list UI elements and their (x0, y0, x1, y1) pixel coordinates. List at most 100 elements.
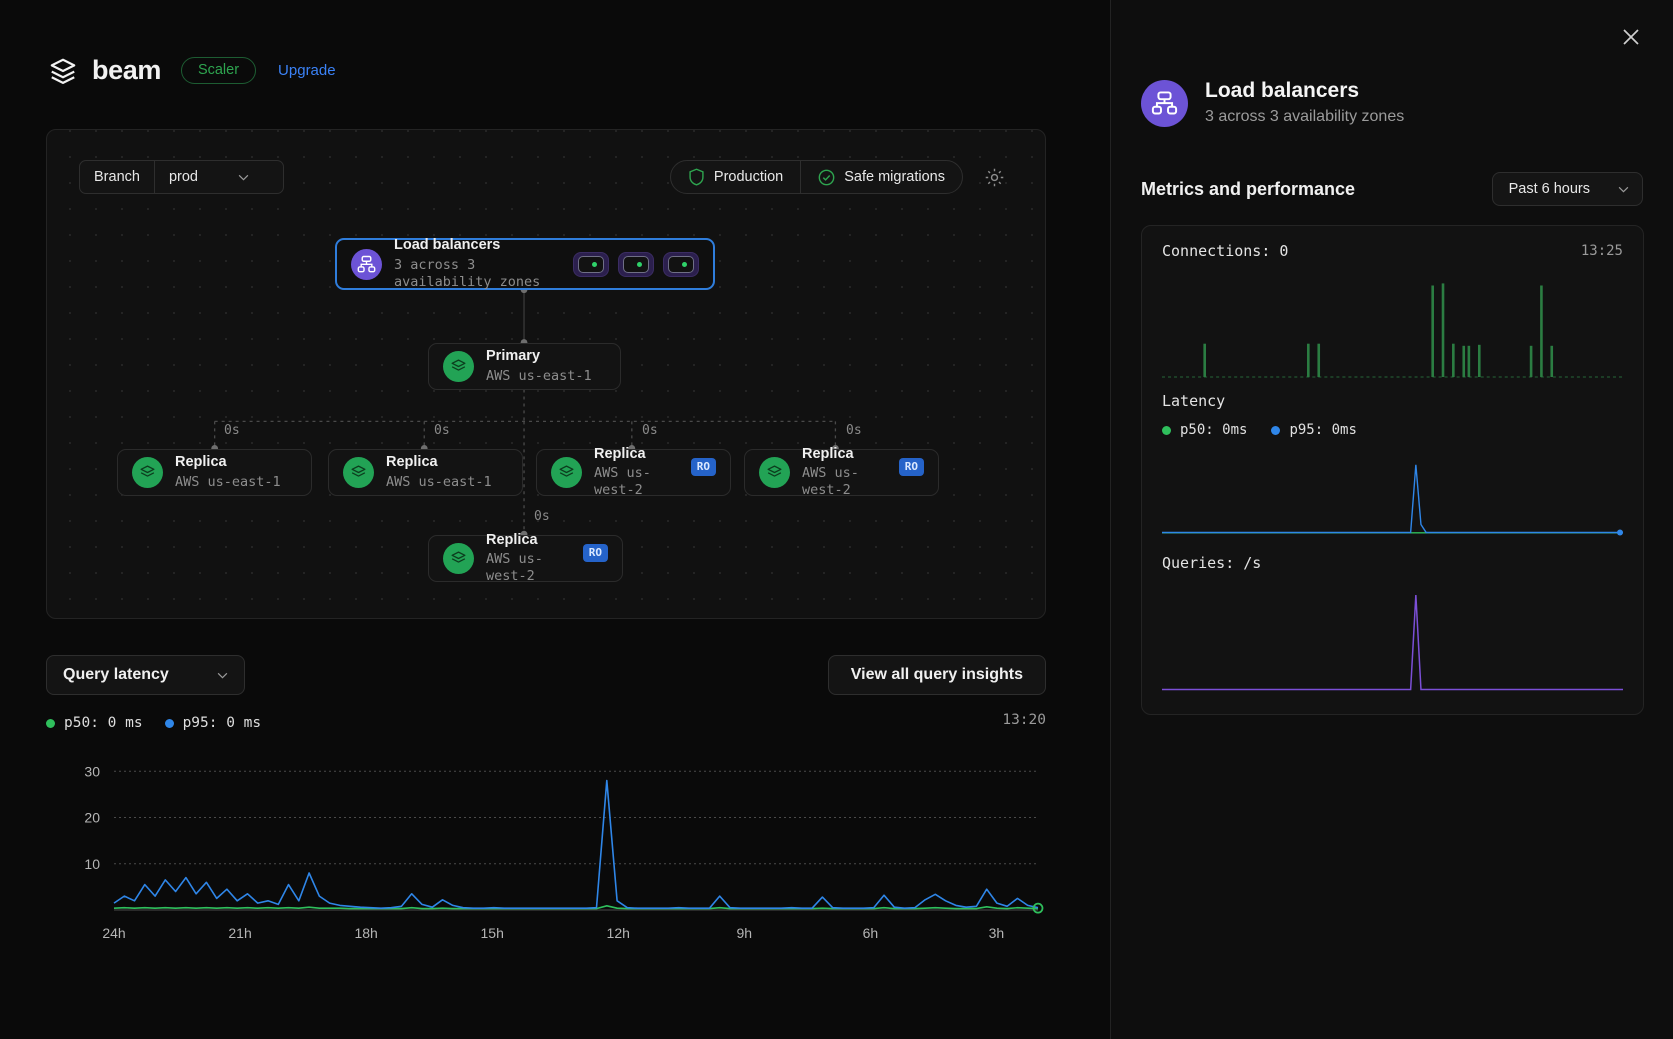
database-icon (551, 457, 582, 488)
status-pill-production-label: Production (713, 169, 784, 185)
replication-lag-4: 0s (846, 423, 862, 438)
legend-dot-p50 (1162, 425, 1171, 435)
node-primary[interactable]: Primary AWS us-east-1 (428, 343, 621, 390)
time-range-select[interactable]: Past 6 hours (1491, 172, 1643, 206)
legend-p95: p95: 0 ms (164, 715, 262, 731)
connections-header: Connections: 0 13:25 (1162, 242, 1623, 260)
query-latency-select[interactable]: Query latency (46, 655, 245, 695)
chevron-down-icon (1618, 186, 1629, 193)
database-icon (443, 351, 474, 382)
load-balancer-chips (573, 251, 699, 277)
node-replica-3[interactable]: Replica AWS us-west-2 RO (536, 445, 731, 499)
query-latency-header: Query latency View all query insights (46, 655, 1046, 695)
node-replica-1-region: AWS us-east-1 (175, 473, 281, 490)
svg-text:3h: 3h (989, 925, 1005, 941)
node-load-balancers-subtitle: 3 across 3 availability zones (394, 256, 541, 290)
node-replica-5-title: Replica (486, 531, 538, 548)
node-replica-3-title: Replica (594, 445, 646, 462)
legend-dot-p50 (46, 718, 55, 728)
status-pill-safe-migrations-label: Safe migrations (844, 169, 945, 185)
status-pill-safe-migrations[interactable]: Safe migrations (800, 161, 962, 193)
status-dot (637, 261, 642, 267)
brand-header: beam Scaler Upgrade (48, 55, 336, 86)
legend-p50: p50: 0ms (1162, 422, 1247, 438)
replication-lag-5: 0s (534, 509, 550, 524)
node-replica-3-region: AWS us-west-2 (594, 465, 651, 499)
main-content: beam Scaler Upgrade Branch prod Producti… (0, 0, 1110, 1039)
query-latency-timestamp: 13:20 (1002, 712, 1046, 728)
node-load-balancers-title: Load balancers (394, 237, 501, 254)
connections-section: Connections: 0 13:25 (1162, 242, 1623, 378)
replication-lag-1: 0s (224, 423, 240, 438)
status-pill-production[interactable]: Production (671, 161, 800, 193)
svg-text:20: 20 (84, 810, 100, 826)
node-load-balancers[interactable]: Load balancers 3 across 3 availability z… (335, 237, 715, 290)
metrics-header: Metrics and performance Past 6 hours (1141, 172, 1643, 206)
panel-title: Load balancers (1205, 79, 1360, 102)
node-replica-2[interactable]: Replica AWS us-east-1 (328, 449, 523, 496)
details-panel: Load balancers 3 across 3 availability z… (1110, 0, 1673, 1039)
queries-label: Queries: /s (1162, 554, 1262, 572)
database-icon (132, 457, 163, 488)
app-root: beam Scaler Upgrade Branch prod Producti… (0, 0, 1673, 1039)
time-range-value: Past 6 hours (1508, 181, 1590, 197)
legend-p95-label: p95: 0ms (1289, 422, 1357, 438)
chevron-down-icon (217, 672, 228, 679)
connections-chart[interactable] (1162, 270, 1623, 378)
branch-selector[interactable]: Branch prod (79, 160, 284, 194)
upgrade-link[interactable]: Upgrade (278, 62, 336, 79)
panel-header: Load balancers 3 across 3 availability z… (1141, 78, 1404, 128)
replication-lag-3: 0s (642, 423, 658, 438)
legend-p95-label: p95: 0 ms (182, 715, 262, 731)
load-balancer-chip[interactable] (573, 251, 609, 277)
chevron-down-icon (238, 174, 249, 181)
topology-toolbar: Branch prod Production Safe migrations (79, 160, 1013, 194)
node-replica-2-region: AWS us-east-1 (386, 473, 492, 490)
metrics-card: Connections: 0 13:25 Latency p50: 0ms p9… (1141, 225, 1644, 715)
shield-icon (689, 168, 704, 186)
branch-label: Branch (80, 161, 155, 193)
query-latency-legend: p50: 0 ms p95: 0 ms 13:20 (46, 712, 1046, 734)
legend-dot-p95 (1271, 425, 1281, 435)
queries-chart[interactable] (1162, 585, 1623, 693)
load-balancer-chip[interactable] (618, 251, 654, 277)
replication-lag-2: 0s (434, 423, 450, 438)
branch-value-dropdown[interactable]: prod (155, 161, 283, 193)
status-dot (682, 261, 687, 267)
gear-icon[interactable] (984, 167, 1005, 188)
node-primary-title: Primary (486, 348, 541, 365)
legend-p50-label: p50: 0ms (1180, 422, 1248, 438)
legend-p50: p50: 0 ms (46, 715, 143, 731)
node-replica-1-title: Replica (175, 454, 227, 471)
node-primary-region: AWS us-east-1 (486, 367, 592, 384)
svg-text:9h: 9h (737, 925, 753, 941)
close-icon[interactable] (1619, 25, 1643, 49)
latency-chart[interactable] (1162, 450, 1623, 536)
legend-p95: p95: 0ms (1271, 422, 1357, 438)
query-latency-chart[interactable]: 10 20 30 24h 21h 18h 15h 12h 9h 6h 3h (46, 748, 1046, 948)
read-only-badge: RO (690, 458, 716, 476)
view-all-query-insights-button[interactable]: View all query insights (827, 655, 1046, 695)
node-replica-4-title: Replica (802, 445, 854, 462)
load-balancer-icon (1141, 79, 1188, 127)
node-replica-5[interactable]: Replica AWS us-west-2 RO (428, 531, 623, 584)
node-replica-4[interactable]: Replica AWS us-west-2 RO (744, 445, 939, 498)
topology-card: Branch prod Production Safe migrations 0… (46, 129, 1046, 619)
legend-dot-p95 (164, 718, 174, 728)
query-latency-select-label: Query latency (63, 666, 169, 683)
svg-text:12h: 12h (607, 925, 630, 941)
database-icon (759, 457, 790, 488)
brand-name: beam (92, 55, 161, 85)
legend-p50-label: p50: 0 ms (64, 715, 143, 731)
read-only-badge: RO (898, 458, 924, 476)
read-only-badge: RO (582, 544, 608, 562)
svg-text:15h: 15h (481, 925, 504, 941)
metrics-title: Metrics and performance (1141, 178, 1356, 199)
node-replica-1[interactable]: Replica AWS us-east-1 (117, 449, 312, 496)
layers-icon (48, 56, 78, 86)
svg-text:21h: 21h (228, 925, 251, 941)
queries-section: Queries: /s (1162, 554, 1623, 693)
load-balancer-chip[interactable] (663, 251, 699, 277)
svg-text:18h: 18h (354, 925, 377, 941)
latency-section: Latency p50: 0ms p95: 0ms (1162, 392, 1623, 536)
